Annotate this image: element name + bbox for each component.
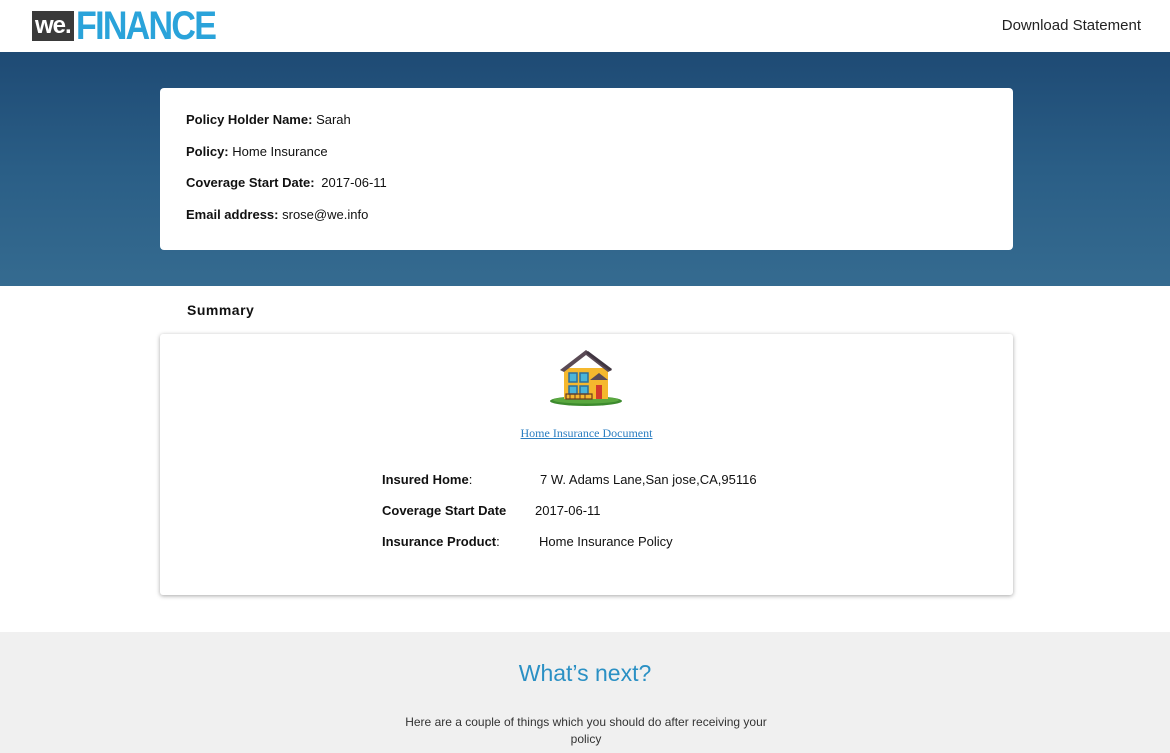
whats-next-title: What’s next?	[518, 660, 652, 686]
insurance-product-value: Home Insurance Policy	[539, 534, 673, 549]
email-row: Email address: srose@we.info	[186, 206, 987, 240]
summary-heading: Summary	[187, 302, 255, 318]
insured-home-label: Insured Home	[382, 472, 469, 487]
logo-we-text: we.	[32, 11, 74, 41]
email-value: srose@we.info	[282, 206, 369, 222]
home-insurance-document-link[interactable]: Home Insurance Document	[160, 426, 1013, 441]
summary-card: Home Insurance Document Insured Home: 7 …	[160, 334, 1013, 595]
summary-coverage-start-label: Coverage Start Date	[382, 503, 507, 518]
insurance-product-label: Insurance Product	[382, 534, 497, 549]
whats-next-description: Here are a couple of things which you sh…	[405, 715, 767, 746]
policy-label: Policy:	[186, 143, 229, 159]
we-finance-logo[interactable]: we. FINANCE	[32, 4, 239, 48]
insured-home-row: Insured Home: 7 W. Adams Lane,San jose,C…	[382, 472, 757, 487]
policy-holder-row: Policy Holder Name: Sarah	[186, 113, 987, 145]
coverage-start-label: Coverage Start Date:	[186, 175, 315, 190]
policy-holder-value: Sarah	[316, 112, 351, 127]
coverage-start-row: Coverage Start Date: 2017-06-11	[186, 176, 987, 208]
whats-next-section: What’s next? Here are a couple of things…	[0, 632, 1170, 753]
summary-coverage-start-row: Coverage Start Date 2017-06-11	[382, 503, 601, 518]
logo-finance-text: FINANCE	[75, 4, 217, 48]
house-icon	[550, 350, 622, 406]
top-bar: we. FINANCE Download Statement	[0, 0, 1170, 52]
policy-value: Home Insurance	[232, 143, 328, 159]
insured-home-value: 7 W. Adams Lane,San jose,CA,95116	[540, 472, 757, 487]
insurance-product-row: Insurance Product: Home Insurance Policy	[382, 534, 673, 549]
policy-holder-label: Policy Holder Name:	[186, 112, 313, 127]
coverage-start-value: 2017-06-11	[321, 175, 387, 190]
policy-info-card: Policy Holder Name: Sarah Policy: Home I…	[160, 88, 1013, 250]
summary-coverage-start-value: 2017-06-11	[535, 503, 601, 518]
email-label: Email address:	[186, 206, 279, 222]
policy-row: Policy: Home Insurance	[186, 143, 987, 177]
download-statement-link[interactable]: Download Statement	[1002, 17, 1141, 34]
